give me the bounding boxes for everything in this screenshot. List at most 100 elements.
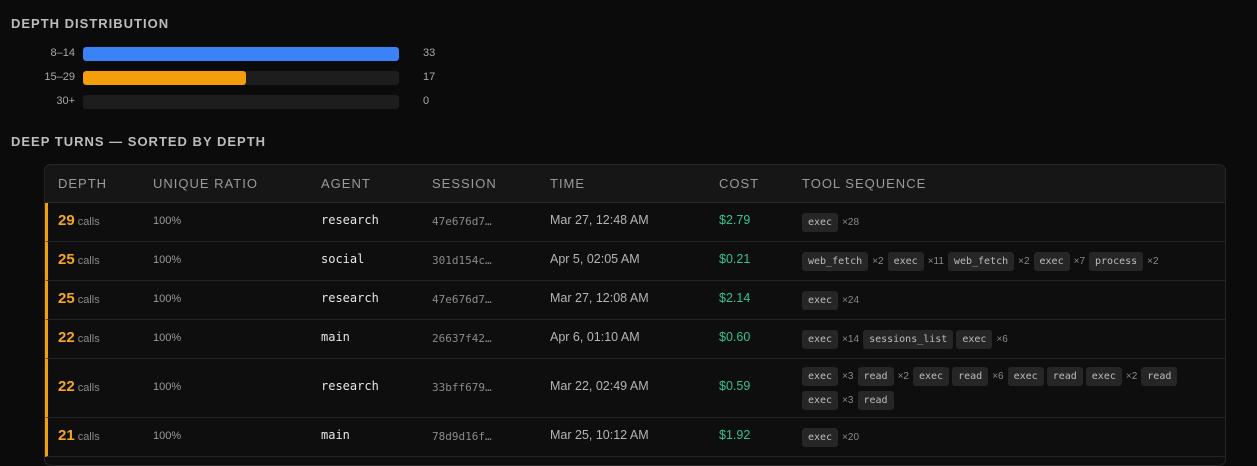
distribution-bar-fill [83, 47, 399, 61]
tool-multiplier: ×7 [1073, 255, 1086, 267]
tool-tag: web_fetch [947, 251, 1015, 271]
tool-tag: exec [887, 251, 924, 271]
column-depth[interactable]: DEPTH [58, 176, 107, 191]
depth-value: 22 [58, 329, 75, 346]
depth-unit: calls [77, 255, 100, 267]
depth-value: 29 [58, 212, 75, 229]
distribution-label: 30+ [56, 95, 75, 107]
session-id: 33bff679… [432, 381, 492, 394]
table-row[interactable]: 25 calls 100% social 301d154c… Apr 5, 02:05 A… [45, 242, 1225, 281]
session-id: 47e676d7… [432, 293, 492, 306]
depth-value: 22 [58, 378, 75, 395]
tool-multiplier: ×6 [996, 333, 1008, 345]
column-time[interactable]: TIME [550, 176, 585, 191]
agent-name: main [321, 428, 350, 442]
tool-sequence: exec ×3 read ×2 exec read ×6 exec read exec ×2 read… [802, 365, 1202, 412]
distribution-bar-track [83, 95, 399, 109]
table-row[interactable]: 29 calls 100% research 47e676d7… Mar 27, 12:4… [45, 203, 1225, 242]
agent-name: main [321, 330, 350, 344]
depth-value: 21 [58, 427, 75, 444]
tool-multiplier: ×2 [1018, 255, 1030, 267]
tool-tag: exec [802, 329, 839, 349]
tool-tag: read [952, 367, 989, 386]
depth-cell: 25 calls [58, 251, 100, 269]
session-id: 78d9d16f… [432, 430, 492, 443]
tool-multiplier: ×2 [897, 371, 909, 382]
table-row[interactable]: 22 calls 100% research 33bff679… Mar 22, 02:4… [45, 359, 1225, 418]
distribution-count: 17 [423, 71, 436, 83]
tool-tag: read [857, 390, 894, 410]
depth-cell: 22 calls [58, 378, 100, 396]
timestamp: Mar 25, 10:12 AM [550, 428, 649, 442]
distribution-bar-track [83, 71, 399, 85]
tool-tag: read [1141, 367, 1178, 386]
distribution-count: 33 [423, 47, 436, 59]
tool-tag: exec [802, 212, 839, 232]
depth-value: 25 [58, 290, 75, 307]
timestamp: Apr 5, 02:05 AM [550, 252, 640, 266]
tool-tag: exec [956, 329, 993, 349]
distribution-row: 8–14 33 [0, 46, 460, 62]
unique-ratio: 100% [153, 293, 182, 305]
tool-tag: exec [802, 390, 839, 410]
cost-value: $0.59 [719, 379, 751, 393]
depth-cell: 21 calls [58, 427, 100, 445]
depth-cell: 29 calls [58, 212, 100, 230]
tool-multiplier: ×3 [842, 371, 854, 382]
table-row[interactable]: 21 calls 100% main 78d9d16f… Mar 25, 10:12 AM… [45, 418, 1225, 457]
unique-ratio: 100% [153, 332, 182, 344]
tool-tag: exec [802, 367, 839, 386]
depth-cell: 25 calls [58, 290, 100, 308]
unique-ratio: 100% [153, 381, 182, 393]
table-row[interactable]: 25 calls 100% research 47e676d7… Mar 27, 12:0… [45, 281, 1225, 320]
depth-unit: calls [77, 333, 100, 345]
tool-tag: exec [1007, 367, 1044, 386]
column-session[interactable]: SESSION [432, 176, 497, 191]
deep-turns-table: DEPTH UNIQUE RATIO AGENT SESSION TIME CO… [44, 164, 1226, 466]
column-cost[interactable]: COST [719, 176, 759, 191]
tool-multiplier: ×6 [992, 371, 1004, 382]
tool-tag: web_fetch [802, 251, 869, 271]
tool-sequence: exec ×28 [802, 211, 1202, 235]
session-id: 47e676d7… [432, 215, 492, 228]
tool-multiplier: ×2 [872, 255, 884, 267]
tool-tag: exec [802, 427, 839, 447]
distribution-label: 8–14 [50, 47, 75, 59]
cost-value: $2.14 [719, 291, 751, 305]
cost-value: $1.92 [719, 428, 751, 442]
agent-name: research [321, 379, 379, 393]
agent-name: social [321, 252, 365, 266]
depth-unit: calls [77, 382, 100, 394]
tool-tag: exec [802, 290, 839, 310]
tool-multiplier: ×20 [842, 431, 860, 443]
table-row[interactable]: 22 calls 100% main 26637f42… Apr 6, 01:10 AM $… [45, 320, 1225, 359]
timestamp: Mar 22, 02:49 AM [550, 379, 649, 393]
depth-distribution-title: DEPTH DISTRIBUTION [11, 16, 170, 31]
distribution-bar-fill [83, 71, 246, 85]
unique-ratio: 100% [153, 430, 182, 442]
distribution-bar-track [83, 47, 399, 61]
column-tool-sequence[interactable]: TOOL SEQUENCE [802, 176, 926, 191]
tool-multiplier: ×3 [842, 394, 854, 406]
tool-tag: process [1089, 251, 1144, 271]
depth-unit: calls [77, 294, 100, 306]
agent-name: research [321, 213, 379, 227]
tool-multiplier: ×14 [842, 333, 860, 345]
session-id: 26637f42… [432, 332, 492, 345]
column-agent[interactable]: AGENT [321, 176, 371, 191]
timestamp: Mar 27, 12:48 AM [550, 213, 649, 227]
table-body: 29 calls 100% research 47e676d7… Mar 27, 12:4… [45, 203, 1225, 457]
session-id: 301d154c… [432, 254, 492, 267]
cost-value: $2.79 [719, 213, 751, 227]
tool-tag: sessions_list [863, 329, 954, 349]
tool-tag: read [857, 367, 894, 386]
distribution-label: 15–29 [44, 71, 75, 83]
deep-turns-title: DEEP TURNS — SORTED BY DEPTH [11, 134, 267, 149]
column-unique-ratio[interactable]: UNIQUE RATIO [153, 176, 258, 191]
tool-sequence: exec ×14 sessions_list exec ×6 [802, 328, 1202, 352]
tool-multiplier: ×28 [842, 216, 860, 228]
depth-unit: calls [77, 216, 100, 228]
tool-multiplier: ×2 [1147, 255, 1159, 267]
agent-name: research [321, 291, 379, 305]
table-header: DEPTH UNIQUE RATIO AGENT SESSION TIME CO… [45, 165, 1225, 203]
